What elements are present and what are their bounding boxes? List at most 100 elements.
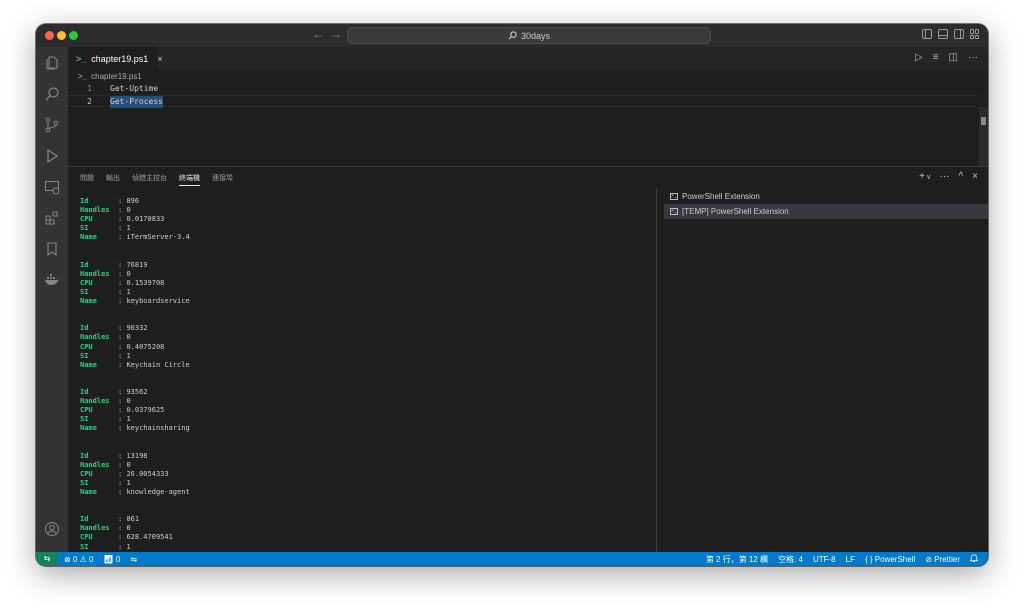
field-value: 0 bbox=[126, 333, 131, 342]
remote-explorer-icon[interactable] bbox=[44, 179, 60, 195]
tab-debug-console[interactable]: 偵錯主控台 bbox=[132, 173, 167, 186]
minimize-window-button[interactable] bbox=[57, 31, 66, 40]
close-tab-icon[interactable]: × bbox=[157, 54, 162, 64]
indentation[interactable]: 空格: 4 bbox=[778, 554, 803, 565]
breadcrumb[interactable]: >_ chapter19.ps1 bbox=[78, 72, 142, 81]
terminal-list: >_ PowerShell Extension >_ [TEMP] PowerS… bbox=[664, 189, 988, 219]
terminal-icon: >_ bbox=[670, 208, 678, 215]
source-control-icon[interactable] bbox=[44, 117, 60, 133]
field-key: Name bbox=[80, 424, 97, 433]
tab-chapter19[interactable]: >_ chapter19.ps1 × bbox=[68, 47, 163, 70]
field-value: keychainsharing bbox=[126, 424, 190, 433]
cursor-position[interactable]: 第 2 行，第 12 欄 bbox=[706, 554, 768, 565]
run-icon[interactable]: ▷ bbox=[915, 52, 923, 63]
field-value: 90332 bbox=[126, 324, 148, 333]
field-key: Name bbox=[80, 233, 97, 242]
problems-status[interactable]: ⊗ 0 ⚠ 0 bbox=[64, 555, 93, 564]
field-key: Name bbox=[80, 488, 97, 496]
tab-output[interactable]: 輸出 bbox=[106, 173, 120, 186]
explorer-icon[interactable] bbox=[44, 55, 60, 71]
new-terminal-icon[interactable]: + bbox=[919, 171, 925, 185]
field-key: Id bbox=[80, 324, 89, 333]
field-key: SI bbox=[80, 224, 89, 233]
field-value: 1 bbox=[126, 415, 131, 424]
extensions-icon[interactable] bbox=[44, 210, 60, 226]
terminal-label: [TEMP] PowerShell Extension bbox=[682, 207, 789, 216]
search-icon bbox=[508, 31, 517, 40]
terminal-item-selected[interactable]: >_ [TEMP] PowerShell Extension bbox=[664, 204, 988, 219]
terminal-output[interactable]: Id: 896 Handles: 0 CPU: 0.0170833 SI: 1 … bbox=[80, 197, 652, 552]
chevron-down-icon[interactable]: v bbox=[927, 171, 931, 185]
terminal-item[interactable]: >_ PowerShell Extension bbox=[664, 189, 988, 204]
language-mode[interactable]: { } PowerShell bbox=[865, 555, 915, 564]
process-record: Id: 896 Handles: 0 CPU: 0.0170833 SI: 1 … bbox=[80, 197, 190, 242]
field-key: Id bbox=[80, 451, 89, 460]
field-key: CPU bbox=[80, 278, 93, 287]
close-window-button[interactable] bbox=[45, 31, 54, 40]
more-actions-icon[interactable]: ··· bbox=[968, 52, 978, 63]
prettier-status[interactable]: ⊘ Prettier bbox=[925, 555, 960, 564]
editor-tabs: >_ chapter19.ps1 × ▷ ≡ ◫ ··· bbox=[68, 47, 988, 70]
terminal-icon: >_ bbox=[670, 193, 678, 200]
zoom-window-button[interactable] bbox=[69, 31, 78, 40]
run-selection-icon[interactable]: ≡ bbox=[933, 52, 939, 63]
terminal-divider[interactable] bbox=[656, 189, 657, 552]
back-arrow-icon[interactable]: ← bbox=[312, 27, 324, 41]
toggle-secondary-sidebar-icon[interactable] bbox=[954, 29, 964, 39]
code-line-current[interactable]: 2 Get-Process bbox=[68, 95, 978, 108]
process-record: Id: 76819 Handles: 0 CPU: 0.1539708 SI: … bbox=[80, 260, 190, 306]
tab-terminal[interactable]: 終端機 bbox=[179, 173, 200, 186]
bell-icon[interactable] bbox=[969, 553, 979, 565]
field-key: Id bbox=[80, 387, 89, 396]
title-bar: ← → 30days bbox=[36, 24, 988, 47]
tab-ports[interactable]: 連接埠 bbox=[212, 173, 233, 186]
close-panel-icon[interactable]: × bbox=[972, 171, 978, 185]
maximize-panel-icon[interactable]: ^ bbox=[958, 171, 963, 185]
ports-status[interactable]: 📶︎ 0 bbox=[103, 555, 120, 564]
account-icon[interactable] bbox=[44, 521, 60, 537]
code-editor[interactable]: 1 Get-Uptime 2 Get-Process bbox=[68, 83, 978, 108]
toggle-panel-icon[interactable] bbox=[938, 29, 948, 39]
end-of-line[interactable]: LF bbox=[846, 555, 855, 564]
editor-area: >_ chapter19.ps1 × ▷ ≡ ◫ ··· >_ chapter1… bbox=[68, 47, 988, 179]
forward-arrow-icon[interactable]: → bbox=[330, 27, 342, 41]
field-value: 0 bbox=[126, 397, 131, 406]
field-key: CPU bbox=[80, 469, 93, 478]
field-value: 1 bbox=[126, 351, 131, 360]
field-key: Id bbox=[80, 197, 89, 205]
panel-actions: + v ··· ^ × bbox=[919, 171, 978, 185]
search-icon[interactable] bbox=[44, 86, 60, 102]
prettier-label: Prettier bbox=[934, 554, 960, 564]
field-key: SI bbox=[80, 478, 89, 487]
field-value: 13198 bbox=[126, 451, 148, 460]
field-key: SI bbox=[80, 415, 89, 424]
code-text[interactable]: Get-Uptime bbox=[110, 83, 158, 95]
split-editor-icon[interactable]: ◫ bbox=[949, 52, 958, 63]
field-value: 0 bbox=[126, 206, 131, 215]
encoding[interactable]: UTF-8 bbox=[813, 555, 836, 564]
docker-icon[interactable] bbox=[44, 272, 60, 288]
field-key: Name bbox=[80, 297, 97, 306]
code-text-selected[interactable]: Get-Process bbox=[110, 96, 163, 108]
field-value: knowledge-agent bbox=[126, 488, 190, 496]
field-key: CPU bbox=[80, 342, 93, 351]
code-line[interactable]: 1 Get-Uptime bbox=[68, 83, 978, 95]
powershell-file-icon: >_ bbox=[78, 72, 88, 81]
process-record: Id: 90332 Handles: 0 CPU: 0.4075208 SI: … bbox=[80, 324, 190, 369]
customize-layout-icon[interactable] bbox=[970, 29, 980, 39]
run-debug-icon[interactable] bbox=[44, 148, 60, 164]
vscode-window: ← → 30days >_ chapter19.ps1 × ▷ ≡ ◫ ··· … bbox=[36, 24, 988, 566]
powershell-file-icon: >_ bbox=[76, 53, 87, 64]
breadcrumb-file[interactable]: chapter19.ps1 bbox=[91, 72, 142, 81]
tab-problems[interactable]: 問題 bbox=[80, 173, 94, 186]
live-share-icon[interactable]: ⇋ bbox=[130, 555, 137, 564]
field-value: 93562 bbox=[126, 387, 148, 396]
ports-icon: 📶︎ bbox=[103, 554, 114, 564]
toggle-primary-sidebar-icon[interactable] bbox=[922, 29, 932, 39]
bookmarks-icon[interactable] bbox=[44, 241, 60, 257]
line-number: 1 bbox=[87, 84, 92, 93]
field-key: Handles bbox=[80, 269, 110, 278]
remote-indicator[interactable]: ⇆ bbox=[36, 552, 58, 566]
more-icon[interactable]: ··· bbox=[939, 171, 949, 185]
command-center-search[interactable]: 30days bbox=[347, 27, 711, 44]
